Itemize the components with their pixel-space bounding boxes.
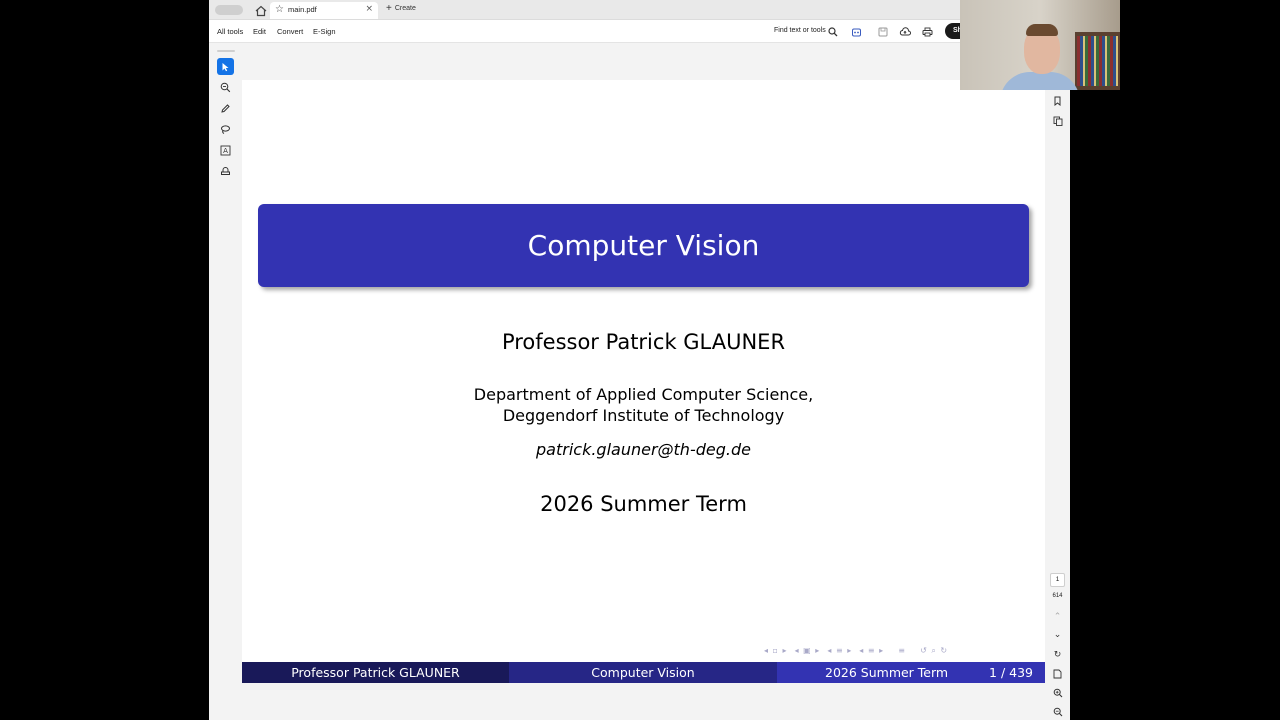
lasso-tool-icon[interactable]: [217, 121, 234, 138]
menu-edit[interactable]: Edit: [253, 27, 266, 36]
acrobat-toolbar: All tools Edit Convert E-Sign Find text …: [209, 20, 1070, 43]
webcam-overlay: [960, 0, 1120, 90]
search-icon[interactable]: [827, 26, 839, 38]
ai-assistant-icon[interactable]: [850, 26, 862, 38]
slide-term: 2026 Summer Term: [540, 492, 747, 516]
select-tool-icon[interactable]: [217, 58, 234, 75]
save-icon[interactable]: [877, 26, 889, 38]
find-text-label[interactable]: Find text or tools: [774, 27, 826, 34]
bookmark-icon[interactable]: [1051, 94, 1064, 107]
zoom-tool-icon[interactable]: [217, 79, 234, 96]
footline-right: 2026 Summer Term 1 / 439: [777, 662, 1045, 683]
window-controls[interactable]: [215, 5, 243, 15]
print-icon[interactable]: [921, 26, 933, 38]
footline-title: Computer Vision: [509, 662, 777, 683]
draw-tool-icon[interactable]: [217, 100, 234, 117]
footline-author: Professor Patrick GLAUNER: [242, 662, 509, 683]
home-icon[interactable]: [254, 3, 268, 17]
tab-bar: ☆ main.pdf × + Create: [209, 0, 1070, 20]
text-tool-icon[interactable]: A: [217, 142, 234, 159]
slide-department: Department of Applied Computer Science,: [473, 385, 814, 404]
slide-author: Professor Patrick GLAUNER: [501, 330, 786, 354]
page-fit-icon[interactable]: [1051, 667, 1064, 680]
slide-title: Computer Vision: [527, 229, 760, 262]
slide-institute: Deggendorf Institute of Technology: [502, 406, 785, 425]
browser-window: ☆ main.pdf × + Create All tools Edit Conv…: [209, 0, 1070, 720]
stamp-tool-icon[interactable]: [217, 163, 234, 180]
beamer-navigation-symbols[interactable]: ◂ ▫ ▸ ◂ ▣ ▸ ◂ ≡ ▸ ◂ ≡ ▸ ≡ ↺ ⌕ ↻: [764, 646, 948, 656]
plus-icon: +: [386, 3, 392, 14]
chevron-up-icon[interactable]: ⌃: [1051, 610, 1064, 623]
presenter-hair: [1026, 24, 1058, 36]
tab-title: main.pdf: [288, 5, 317, 14]
rail-handle: [217, 50, 235, 52]
total-pages-label: 614: [1052, 593, 1063, 599]
menu-convert[interactable]: Convert: [277, 27, 303, 36]
star-icon[interactable]: ☆: [275, 4, 284, 15]
svg-text:A: A: [223, 147, 228, 155]
slide-title-box: Computer Vision: [258, 204, 1029, 287]
footline-term: 2026 Summer Term: [825, 665, 949, 680]
upload-cloud-icon[interactable]: [899, 26, 911, 38]
pdf-page: Computer Vision Professor Patrick GLAUNE…: [242, 80, 1045, 683]
zoom-out-icon[interactable]: [1051, 705, 1064, 718]
zoom-in-icon[interactable]: [1051, 686, 1064, 699]
menu-all-tools[interactable]: All tools: [217, 27, 243, 36]
menu-e-sign[interactable]: E-Sign: [313, 27, 336, 36]
close-tab-icon[interactable]: ×: [365, 4, 373, 14]
chevron-down-icon[interactable]: ⌄: [1051, 628, 1064, 641]
slide-footline: Professor Patrick GLAUNER Computer Visio…: [242, 662, 1045, 683]
slide-email: patrick.glauner@th-deg.de: [536, 440, 751, 459]
copy-pages-icon[interactable]: [1051, 114, 1064, 127]
footline-page-number: 1 / 439: [989, 665, 1033, 680]
refresh-icon[interactable]: ↻: [1051, 648, 1064, 661]
create-label: Create: [394, 5, 416, 12]
books: [1077, 36, 1118, 86]
tab-main-pdf[interactable]: ☆ main.pdf ×: [270, 2, 378, 19]
current-page-input[interactable]: 1: [1050, 573, 1065, 587]
create-tab-button[interactable]: + Create: [386, 3, 416, 14]
left-tool-rail: A: [209, 44, 242, 720]
right-rail: 1 614 ⌃ ⌄ ↻: [1045, 44, 1070, 720]
